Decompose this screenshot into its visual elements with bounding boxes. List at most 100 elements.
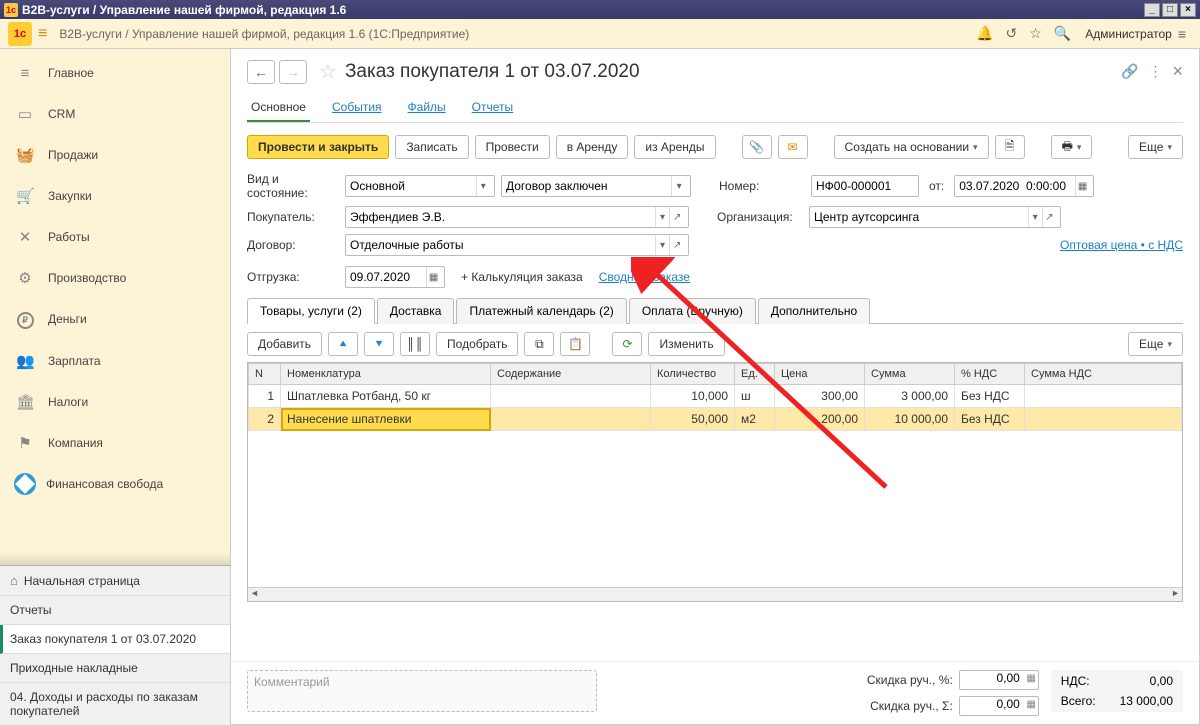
col-content[interactable]: Содержание bbox=[491, 364, 651, 385]
nav-taxes[interactable]: 🏛Налоги bbox=[0, 381, 230, 422]
open-icon[interactable]: ↗ bbox=[669, 235, 684, 255]
bell-icon[interactable]: 🔔 bbox=[976, 25, 993, 42]
window-minimize-button[interactable]: _ bbox=[1144, 3, 1160, 17]
col-vat-sum[interactable]: Сумма НДС bbox=[1025, 364, 1182, 385]
more-button[interactable]: Еще▾ bbox=[1128, 135, 1183, 159]
window-maximize-button[interactable]: □ bbox=[1162, 3, 1178, 17]
kebab-icon[interactable]: ⋮ bbox=[1148, 63, 1162, 80]
table-row[interactable]: 2 Нанесение шпатлевки 50,000 м2 200,00 1… bbox=[249, 408, 1182, 431]
window-close-button[interactable]: × bbox=[1180, 3, 1196, 17]
post-and-close-button[interactable]: Провести и закрыть bbox=[247, 135, 389, 159]
tab-payment[interactable]: Оплата (Вручную) bbox=[629, 298, 756, 324]
col-sum[interactable]: Сумма bbox=[865, 364, 955, 385]
comment-input[interactable]: Комментарий bbox=[247, 670, 597, 712]
shipment-date-input[interactable]: ▦ bbox=[345, 266, 445, 288]
calendar-icon[interactable]: ▦ bbox=[1075, 176, 1089, 196]
write-button[interactable]: Записать bbox=[395, 135, 468, 159]
barcode-button[interactable]: ║║ bbox=[400, 332, 430, 356]
nav-financial-freedom[interactable]: Финансовая свобода bbox=[0, 463, 230, 505]
pick-button[interactable]: Подобрать bbox=[436, 332, 518, 356]
subtab-events[interactable]: События bbox=[328, 94, 386, 122]
history-icon[interactable]: ↺ bbox=[1006, 25, 1018, 42]
status-select[interactable]: ▾ bbox=[501, 175, 691, 197]
attach-button[interactable]: 📎 bbox=[742, 135, 772, 159]
nav-production[interactable]: ⚙Производство bbox=[0, 257, 230, 298]
paste-button[interactable]: 📋 bbox=[560, 332, 590, 356]
open-window-reports[interactable]: Отчеты bbox=[0, 596, 230, 625]
chevron-down-icon[interactable]: ▾ bbox=[476, 176, 490, 196]
table-row[interactable]: 1 Шпатлевка Ротбанд, 50 кг 10,000 ш 300,… bbox=[249, 385, 1182, 408]
link-icon[interactable]: 🔗 bbox=[1121, 63, 1138, 80]
open-window-order[interactable]: Заказ покупателя 1 от 03.07.2020 bbox=[0, 625, 230, 654]
forward-button[interactable]: → bbox=[279, 60, 307, 84]
chevron-down-icon[interactable]: ▾ bbox=[671, 176, 686, 196]
chevron-down-icon[interactable]: ▾ bbox=[1028, 207, 1042, 227]
col-n[interactable]: N bbox=[249, 364, 281, 385]
search-icon[interactable]: 🔍 bbox=[1054, 25, 1071, 42]
open-icon[interactable]: ↗ bbox=[1042, 207, 1056, 227]
nav-crm[interactable]: ▭CRM bbox=[0, 93, 230, 134]
col-unit[interactable]: Ед. bbox=[735, 364, 775, 385]
col-price[interactable]: Цена bbox=[775, 364, 865, 385]
tab-additional[interactable]: Дополнительно bbox=[758, 298, 870, 324]
col-nomenclature[interactable]: Номенклатура bbox=[281, 364, 491, 385]
back-button[interactable]: ← bbox=[247, 60, 275, 84]
user-label[interactable]: Администратор bbox=[1085, 27, 1172, 41]
calendar-icon[interactable]: ▦ bbox=[426, 267, 440, 287]
horizontal-scrollbar[interactable] bbox=[248, 587, 1182, 601]
change-button[interactable]: Изменить bbox=[648, 332, 724, 356]
hamburger-icon[interactable]: ≡ bbox=[38, 25, 47, 43]
number-input[interactable] bbox=[811, 175, 919, 197]
favorite-star-icon[interactable]: ☆ bbox=[319, 59, 337, 84]
star-icon[interactable]: ☆ bbox=[1029, 25, 1042, 42]
discount-pct-label: Скидка руч., %: bbox=[867, 673, 953, 687]
report-button[interactable]: 🗎 bbox=[995, 135, 1025, 159]
contract-select[interactable]: ▾↗ bbox=[345, 234, 689, 256]
from-rent-button[interactable]: из Аренды bbox=[634, 135, 715, 159]
discount-pct-input[interactable]: 0,00 bbox=[959, 670, 1039, 690]
subtab-main[interactable]: Основное bbox=[247, 94, 310, 122]
nav-purchases[interactable]: 🛒Закупки bbox=[0, 175, 230, 216]
add-row-button[interactable]: Добавить bbox=[247, 332, 322, 356]
col-qty[interactable]: Количество bbox=[651, 364, 735, 385]
tab-payment-calendar[interactable]: Платежный календарь (2) bbox=[456, 298, 626, 324]
subtab-reports[interactable]: Отчеты bbox=[468, 94, 517, 122]
nav-sales[interactable]: 🧺Продажи bbox=[0, 134, 230, 175]
open-window-report04[interactable]: 04. Доходы и расходы по заказам покупате… bbox=[0, 683, 230, 725]
create-based-button[interactable]: Создать на основании▾ bbox=[834, 135, 989, 159]
move-up-button[interactable]: ⯅ bbox=[328, 332, 358, 356]
chevron-down-icon[interactable]: ▾ bbox=[655, 207, 670, 227]
calculation-label[interactable]: + Калькуляция заказа bbox=[461, 270, 583, 284]
col-vat-pct[interactable]: % НДС bbox=[955, 364, 1025, 385]
mail-button[interactable]: ✉ bbox=[778, 135, 808, 159]
discount-sum-input[interactable]: 0,00 bbox=[959, 696, 1039, 716]
date-input[interactable]: ▦ bbox=[954, 175, 1094, 197]
chevron-down-icon[interactable]: ▾ bbox=[655, 235, 670, 255]
lines-table[interactable]: N Номенклатура Содержание Количество Ед.… bbox=[247, 362, 1183, 602]
post-button[interactable]: Провести bbox=[475, 135, 550, 159]
nav-salary[interactable]: 👥Зарплата bbox=[0, 340, 230, 381]
nav-main[interactable]: ≡Главное bbox=[0, 53, 230, 93]
close-document-button[interactable]: × bbox=[1172, 61, 1183, 82]
kind-select[interactable]: ▾ bbox=[345, 175, 495, 197]
tab-goods[interactable]: Товары, услуги (2) bbox=[247, 298, 375, 324]
nav-works[interactable]: ✕Работы bbox=[0, 216, 230, 257]
tab-delivery[interactable]: Доставка bbox=[377, 298, 455, 324]
move-down-button[interactable]: ⯆ bbox=[364, 332, 394, 356]
nav-company[interactable]: ⚑Компания bbox=[0, 422, 230, 463]
copy-button[interactable]: ⧉ bbox=[524, 332, 554, 356]
buyer-select[interactable]: ▾↗ bbox=[345, 206, 689, 228]
subtab-files[interactable]: Файлы bbox=[404, 94, 450, 122]
to-rent-button[interactable]: в Аренду bbox=[556, 135, 629, 159]
print-button[interactable]: 🖶▾ bbox=[1051, 135, 1093, 159]
open-window-home[interactable]: Начальная страница bbox=[0, 566, 230, 596]
price-type-link[interactable]: Оптовая цена • с НДС bbox=[1060, 238, 1183, 252]
nav-money[interactable]: ₽Деньги bbox=[0, 298, 230, 340]
refresh-button[interactable]: ⟳ bbox=[612, 332, 642, 356]
order-summary-link[interactable]: Сводно о заказе bbox=[599, 270, 690, 284]
open-icon[interactable]: ↗ bbox=[669, 207, 684, 227]
org-select[interactable]: ▾↗ bbox=[809, 206, 1061, 228]
open-window-receipts[interactable]: Приходные накладные bbox=[0, 654, 230, 683]
settings-icon[interactable]: ≡ bbox=[1178, 26, 1186, 42]
table-more-button[interactable]: Еще▾ bbox=[1128, 332, 1183, 356]
